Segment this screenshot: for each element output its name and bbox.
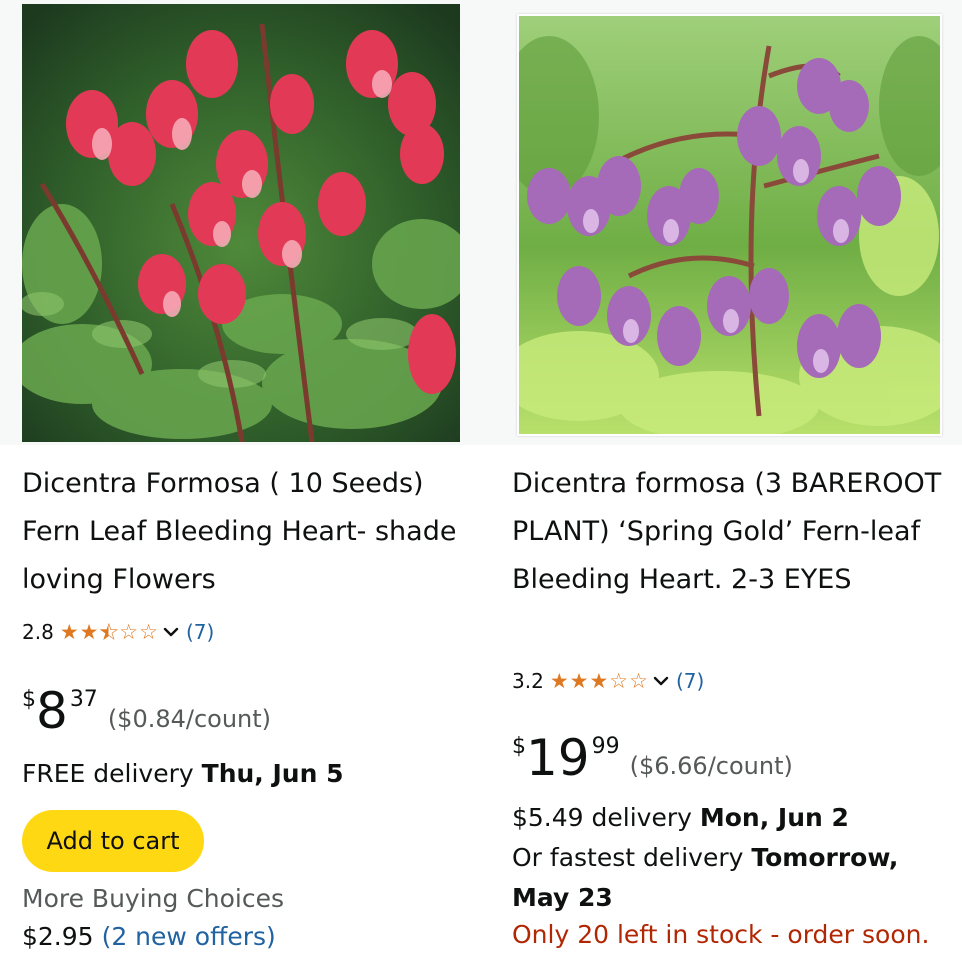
delivery-date: Thu, Jun 5 bbox=[201, 759, 344, 788]
star-rating[interactable]: ★ ★ ★ ☆ ☆ bbox=[549, 668, 649, 693]
rating-value: 2.8 bbox=[22, 620, 54, 644]
product-image-2[interactable] bbox=[517, 14, 942, 436]
fastest-delivery-prefix: Or fastest delivery bbox=[512, 843, 744, 872]
delivery-info: $5.49 delivery Mon, Jun 2 Or fastest del… bbox=[512, 798, 942, 918]
delivery-prefix: FREE delivery bbox=[22, 759, 194, 788]
delivery-prefix: $5.49 delivery bbox=[512, 803, 692, 832]
price-fraction: 37 bbox=[69, 687, 98, 712]
unit-price: ($6.66/count) bbox=[629, 752, 793, 780]
product-image-1[interactable] bbox=[22, 4, 460, 442]
product-title[interactable]: Dicentra formosa (3 BAREROOT PLANT) ‘Spr… bbox=[512, 460, 952, 604]
delivery-date: Mon, Jun 2 bbox=[699, 803, 849, 832]
price[interactable]: $ 8 37 ($0.84/count) bbox=[22, 683, 271, 739]
rating-row: 2.8 ★ ★ ★ ☆ ☆ (7) bbox=[22, 620, 214, 644]
star-full-icon: ★ bbox=[79, 619, 99, 644]
add-to-cart-button[interactable]: Add to cart bbox=[22, 810, 204, 872]
price-whole: 8 bbox=[36, 682, 68, 740]
delivery-info: FREE delivery Thu, Jun 5 bbox=[22, 754, 462, 794]
chevron-down-icon[interactable] bbox=[652, 672, 670, 690]
price-whole: 19 bbox=[526, 729, 590, 787]
product-card-2: Dicentra formosa (3 BAREROOT PLANT) ‘Spr… bbox=[480, 0, 962, 970]
chevron-down-icon[interactable] bbox=[162, 623, 180, 641]
star-full-icon: ★ bbox=[589, 668, 609, 693]
stock-warning: Only 20 left in stock - order soon. bbox=[512, 920, 930, 949]
more-choices-price: $2.95 bbox=[22, 922, 94, 951]
red-bleeding-heart-photo-icon bbox=[22, 4, 460, 442]
price-symbol: $ bbox=[512, 734, 526, 759]
price-symbol: $ bbox=[22, 687, 36, 712]
star-empty-icon: ☆ bbox=[139, 619, 158, 644]
star-empty-icon: ☆ bbox=[609, 668, 629, 693]
star-rating[interactable]: ★ ★ ★ ☆ ☆ bbox=[59, 619, 159, 644]
star-empty-icon: ☆ bbox=[119, 619, 139, 644]
new-offers-link[interactable]: (2 new offers) bbox=[102, 922, 276, 951]
product-title[interactable]: Dicentra Formosa ( 10 Seeds) Fern Leaf B… bbox=[22, 460, 462, 604]
star-full-icon: ★ bbox=[59, 619, 79, 644]
more-choices-offers: $2.95 (2 new offers) bbox=[22, 922, 276, 951]
purple-bleeding-heart-photo-icon bbox=[519, 16, 940, 434]
star-full-icon: ★ bbox=[549, 668, 569, 693]
review-count-link[interactable]: (7) bbox=[676, 669, 704, 693]
star-full-icon: ★ bbox=[569, 668, 589, 693]
price[interactable]: $ 19 99 ($6.66/count) bbox=[512, 730, 793, 786]
review-count-link[interactable]: (7) bbox=[186, 620, 214, 644]
unit-price: ($0.84/count) bbox=[107, 705, 272, 733]
star-empty-icon: ☆ bbox=[629, 668, 648, 693]
product-card-1: Dicentra Formosa ( 10 Seeds) Fern Leaf B… bbox=[0, 0, 482, 970]
rating-row: 3.2 ★ ★ ★ ☆ ☆ (7) bbox=[512, 669, 704, 693]
star-half-icon: ★ bbox=[99, 619, 119, 644]
rating-value: 3.2 bbox=[512, 669, 544, 693]
price-fraction: 99 bbox=[591, 734, 620, 759]
more-buying-choices-label: More Buying Choices bbox=[22, 884, 285, 913]
